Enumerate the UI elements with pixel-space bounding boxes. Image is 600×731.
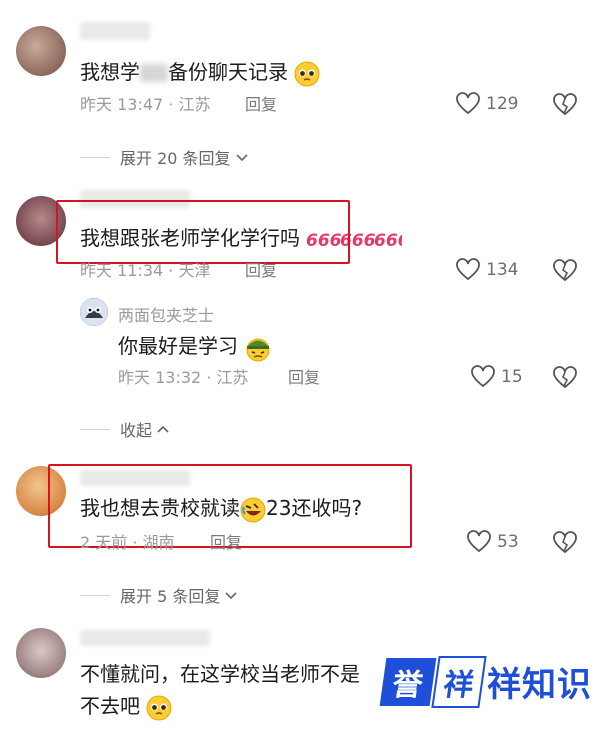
chevron-down-icon [225,592,237,600]
like-button[interactable]: 53 [466,530,519,554]
comment-text-line2-body: 不去吧 [80,694,140,718]
broken-heart-icon[interactable] [552,92,578,118]
watermark-logo: 誉 祥 祥知识 [379,654,592,709]
username-redacted [80,22,150,40]
soldier-face-emoji [246,338,270,361]
redacted-blur [140,63,168,82]
expand-replies-label: 展开 5 条回复 [120,587,221,606]
sub-reply-text-body: 你最好是学习 [118,334,238,358]
comment-text-line1: 不懂就问，在这学校当老师不是 [80,662,360,686]
like-count: 53 [497,532,519,552]
watermark-char2: 祥 [431,655,487,708]
heart-icon [456,92,480,115]
comment-meta: 昨天 13:47 · 江苏 [80,95,211,114]
broken-heart-icon[interactable] [552,530,578,556]
comment-meta: 昨天 11:34 · 天津 [80,261,211,280]
highlight-box [56,200,350,264]
reply-button[interactable]: 回复 [245,94,277,116]
avatar[interactable] [16,26,66,76]
expand-replies-button[interactable]: 展开 20 条回复 [80,145,250,169]
comment-text-part2: 备份聊天记录 [168,60,288,84]
divider-line [80,156,110,158]
like-count: 129 [486,94,519,114]
reply-button[interactable]: 回复 [288,367,320,389]
heart-icon [467,530,491,553]
avatar-image [80,298,108,326]
expand-replies-label: 展开 20 条回复 [120,149,231,168]
sub-reply-text: 你最好是学习 [118,332,272,362]
like-button[interactable]: 129 [455,92,518,116]
like-count: 134 [486,260,519,280]
avatar[interactable] [16,628,66,678]
heart-icon [456,258,480,281]
chevron-up-icon [157,425,169,433]
like-button[interactable]: 134 [455,258,518,282]
like-count: 15 [501,367,523,387]
sub-avatar[interactable] [80,298,108,326]
comment-text-part1: 我想学 [80,60,140,84]
comment-text-line2: 不去吧 [80,692,172,721]
svg-text:666: 666 [374,231,402,250]
heart-icon [471,365,495,388]
watermark-text: 祥知识 [487,665,592,705]
like-button[interactable]: 15 [470,365,523,389]
broken-heart-icon[interactable] [552,365,578,391]
broken-heart-icon[interactable] [552,258,578,284]
sub-reply-meta: 昨天 13:32 · 江苏 [118,368,249,387]
collapse-replies-button[interactable]: 收起 [80,417,171,441]
reply-button[interactable]: 回复 [210,532,242,554]
chevron-down-icon [235,154,248,162]
watermark-char1: 誉 [379,657,437,706]
collapse-replies-label: 收起 [120,421,153,440]
sub-reply-username[interactable]: 两面包夹芝士 [118,302,214,326]
comment-meta: 2 天前 · 湖南 [80,533,175,552]
username-redacted [80,630,210,646]
pleading-face-emoji [294,61,320,86]
divider-line [80,594,110,596]
reply-button[interactable]: 回复 [245,260,277,282]
comment-text: 我想学 备份聊天记录 [80,58,320,87]
pleading-face-emoji [146,695,172,720]
divider-line [80,428,110,430]
expand-replies-button[interactable]: 展开 5 条回复 [80,583,239,607]
